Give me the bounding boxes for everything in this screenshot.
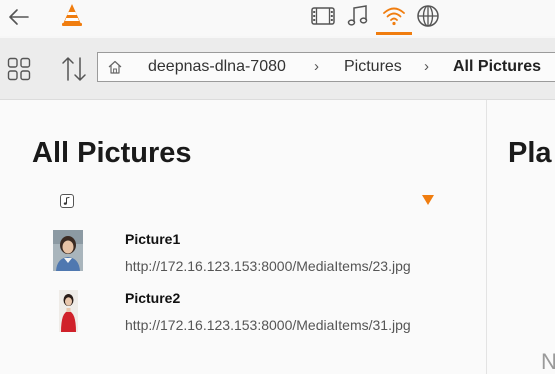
grid-view-button[interactable] (6, 56, 32, 82)
picture-thumbnail[interactable] (53, 230, 83, 271)
breadcrumb-item-server[interactable]: deepnas-dlna-7080 (148, 58, 286, 76)
top-bar (0, 0, 555, 36)
vlc-cone-logo (59, 2, 85, 28)
globe-icon (417, 5, 439, 27)
video-icon (311, 7, 335, 25)
picture-title[interactable]: Picture1 (125, 231, 180, 247)
network-icon (383, 7, 405, 26)
video-tab[interactable] (310, 3, 336, 29)
breadcrumb-item-pictures[interactable]: Pictures (344, 58, 402, 76)
music-tab[interactable] (345, 3, 371, 29)
breadcrumb-item-current: All Pictures (453, 58, 542, 75)
breadcrumb-separator: › (314, 58, 319, 75)
picture-title[interactable]: Picture2 (125, 290, 180, 306)
breadcrumb-home[interactable] (107, 59, 123, 75)
toolbar: deepnas-dlna-7080 › Pictures › All Pictu… (0, 38, 555, 100)
sort-icon (62, 57, 86, 81)
music-icon (347, 5, 368, 26)
music-note-icon (63, 196, 70, 205)
breadcrumb-separator: › (424, 58, 429, 75)
breadcrumb: deepnas-dlna-7080 › Pictures › All Pictu… (97, 52, 555, 82)
side-pane-title: Pla (508, 137, 552, 169)
page-title: All Pictures (32, 137, 192, 169)
active-tab-indicator (376, 32, 412, 35)
back-button[interactable] (6, 5, 32, 29)
sort-direction-icon[interactable] (422, 195, 434, 205)
portrait-thumbnail-image (53, 230, 83, 271)
grid-icon (7, 57, 31, 81)
back-arrow-icon (9, 9, 29, 25)
picture-thumbnail[interactable] (59, 290, 78, 332)
picture-url: http://172.16.123.153:8000/MediaItems/23… (125, 258, 411, 274)
home-icon (108, 60, 122, 74)
pane-divider (486, 100, 487, 374)
picture-url: http://172.16.123.153:8000/MediaItems/31… (125, 317, 411, 333)
network-tab[interactable] (381, 3, 407, 29)
side-pane-letter: N (541, 349, 555, 374)
portrait-thumbnail-image (59, 290, 78, 332)
media-column-header[interactable] (60, 194, 74, 208)
sort-button[interactable] (60, 55, 88, 83)
browser-tab[interactable] (415, 3, 441, 29)
